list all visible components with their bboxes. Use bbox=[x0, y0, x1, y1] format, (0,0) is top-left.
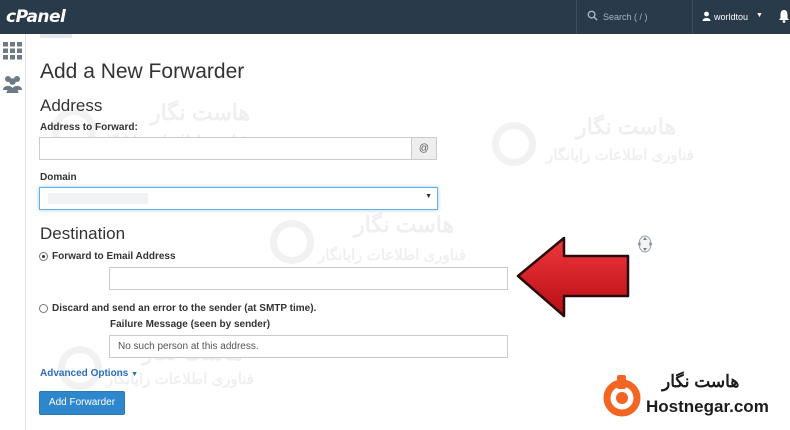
add-forwarder-button[interactable]: Add Forwarder bbox=[39, 391, 125, 415]
search-placeholder: Search ( / ) bbox=[603, 12, 648, 22]
domain-label: Domain bbox=[40, 172, 77, 183]
brand-name-en: Hostnegar.com bbox=[646, 397, 769, 416]
address-to-forward-input[interactable] bbox=[39, 137, 412, 160]
caret-down-icon: ▼ bbox=[131, 371, 139, 378]
user-menu[interactable]: worldtou ▼ bbox=[692, 0, 770, 34]
grid-icon[interactable] bbox=[3, 41, 22, 60]
forward-option-label[interactable]: Forward to Email Address bbox=[52, 251, 176, 262]
advanced-options-link[interactable]: Advanced Options ▼ bbox=[40, 368, 138, 379]
red-arrow bbox=[516, 236, 630, 318]
search-box[interactable]: Search ( / ) bbox=[576, 0, 692, 34]
search-icon bbox=[587, 10, 598, 21]
forward-radio[interactable] bbox=[39, 252, 48, 261]
address-to-forward-label: Address to Forward: bbox=[40, 122, 138, 133]
forward-email-input[interactable] bbox=[109, 267, 508, 290]
bell-icon[interactable] bbox=[778, 9, 790, 23]
move-icon bbox=[637, 235, 653, 253]
address-section-heading: Address bbox=[40, 96, 103, 115]
page-title: Add a New Forwarder bbox=[40, 60, 245, 83]
at-symbol-addon: @ bbox=[411, 137, 437, 160]
hostnegar-logo-icon bbox=[603, 375, 641, 417]
sidebar bbox=[0, 34, 26, 430]
chevron-down-icon: ▼ bbox=[425, 193, 432, 200]
destination-section-heading: Destination bbox=[40, 224, 126, 243]
top-bar: cPanel Search ( / ) worldtou ▼ bbox=[0, 0, 790, 34]
advanced-options-label: Advanced Options bbox=[40, 368, 129, 379]
brand-logo: هاست نگار Hostnegar.com bbox=[600, 370, 790, 430]
discard-radio[interactable] bbox=[39, 304, 48, 313]
domain-select-value bbox=[48, 193, 148, 204]
breadcrumb-fragment bbox=[40, 34, 72, 38]
brand-name-fa: هاست نگار bbox=[662, 372, 740, 391]
domain-select[interactable]: ▼ bbox=[39, 187, 438, 210]
chevron-down-icon: ▼ bbox=[756, 12, 763, 19]
user-icon bbox=[702, 11, 711, 21]
discard-option-label[interactable]: Discard and send an error to the sender … bbox=[52, 303, 316, 314]
failure-message-input[interactable]: No such person at this address. bbox=[109, 335, 508, 358]
users-icon[interactable] bbox=[3, 74, 22, 93]
failure-message-label: Failure Message (seen by sender) bbox=[110, 319, 271, 330]
cpanel-logo[interactable]: cPanel bbox=[6, 7, 66, 27]
username: worldtou bbox=[714, 12, 749, 22]
